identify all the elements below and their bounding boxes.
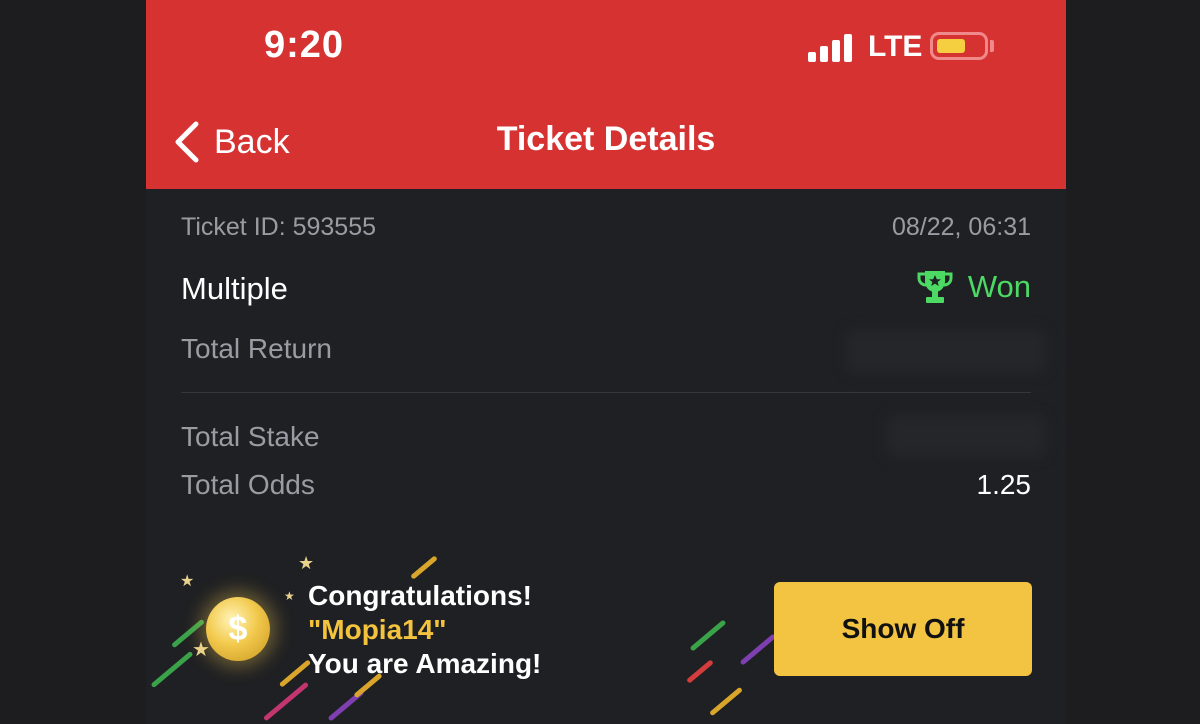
confetti-streak — [262, 681, 310, 722]
congrats-line: Congratulations! — [308, 580, 532, 611]
show-off-button[interactable]: Show Off — [774, 582, 1032, 676]
battery-level — [937, 39, 965, 53]
ticket-date: 08/22, 06:31 — [891, 213, 1031, 241]
screenshot-frame: 9:20 LTE Back Ticket Details Ticket ID: — [0, 0, 1200, 724]
sparkle-icon: ★ — [180, 573, 195, 590]
total-odds-label: Total Odds — [181, 469, 315, 500]
divider — [181, 392, 1031, 393]
sparkle-icon: ★ — [284, 589, 295, 603]
ticket-content: Ticket ID: 593555 08/22, 06:31 Multiple … — [146, 189, 1066, 724]
trophy-icon — [917, 271, 953, 303]
bet-type: Multiple — [181, 271, 288, 306]
confetti-streak — [410, 555, 438, 580]
congrats-banner: ★ ★ ★ ★ $ Congratulations! "Mopia14" You… — [146, 549, 1066, 724]
total-stake-value-redacted — [886, 415, 1046, 457]
total-return-value-redacted — [846, 329, 1046, 373]
congrats-message: Congratulations! "Mopia14" You are Amazi… — [308, 579, 541, 681]
battery-icon — [930, 32, 988, 60]
page-title: Ticket Details — [496, 120, 716, 158]
congrats-username: "Mopia14" — [308, 614, 447, 645]
confetti-streak — [739, 633, 777, 666]
confetti-streak — [150, 650, 194, 689]
network-type: LTE — [868, 30, 923, 63]
status-badge: Won — [916, 269, 1031, 305]
confetti-streak — [689, 619, 727, 652]
coin-icon: $ — [206, 597, 270, 661]
status-bar-time: 9:20 — [264, 24, 345, 66]
confetti-streak — [709, 686, 743, 717]
sparkle-icon: ★ — [192, 639, 210, 661]
battery-tip — [990, 40, 994, 52]
app-header: 9:20 LTE Back Ticket Details — [146, 0, 1066, 189]
confetti-streak — [686, 659, 714, 684]
status-label: Won — [967, 269, 1031, 304]
sparkle-icon: ★ — [298, 553, 315, 573]
phone-screen: 9:20 LTE Back Ticket Details Ticket ID: — [146, 0, 1066, 724]
congrats-line: You are Amazing! — [308, 648, 542, 679]
signal-bars-icon — [808, 32, 856, 62]
total-odds-value: 1.25 — [976, 469, 1032, 500]
